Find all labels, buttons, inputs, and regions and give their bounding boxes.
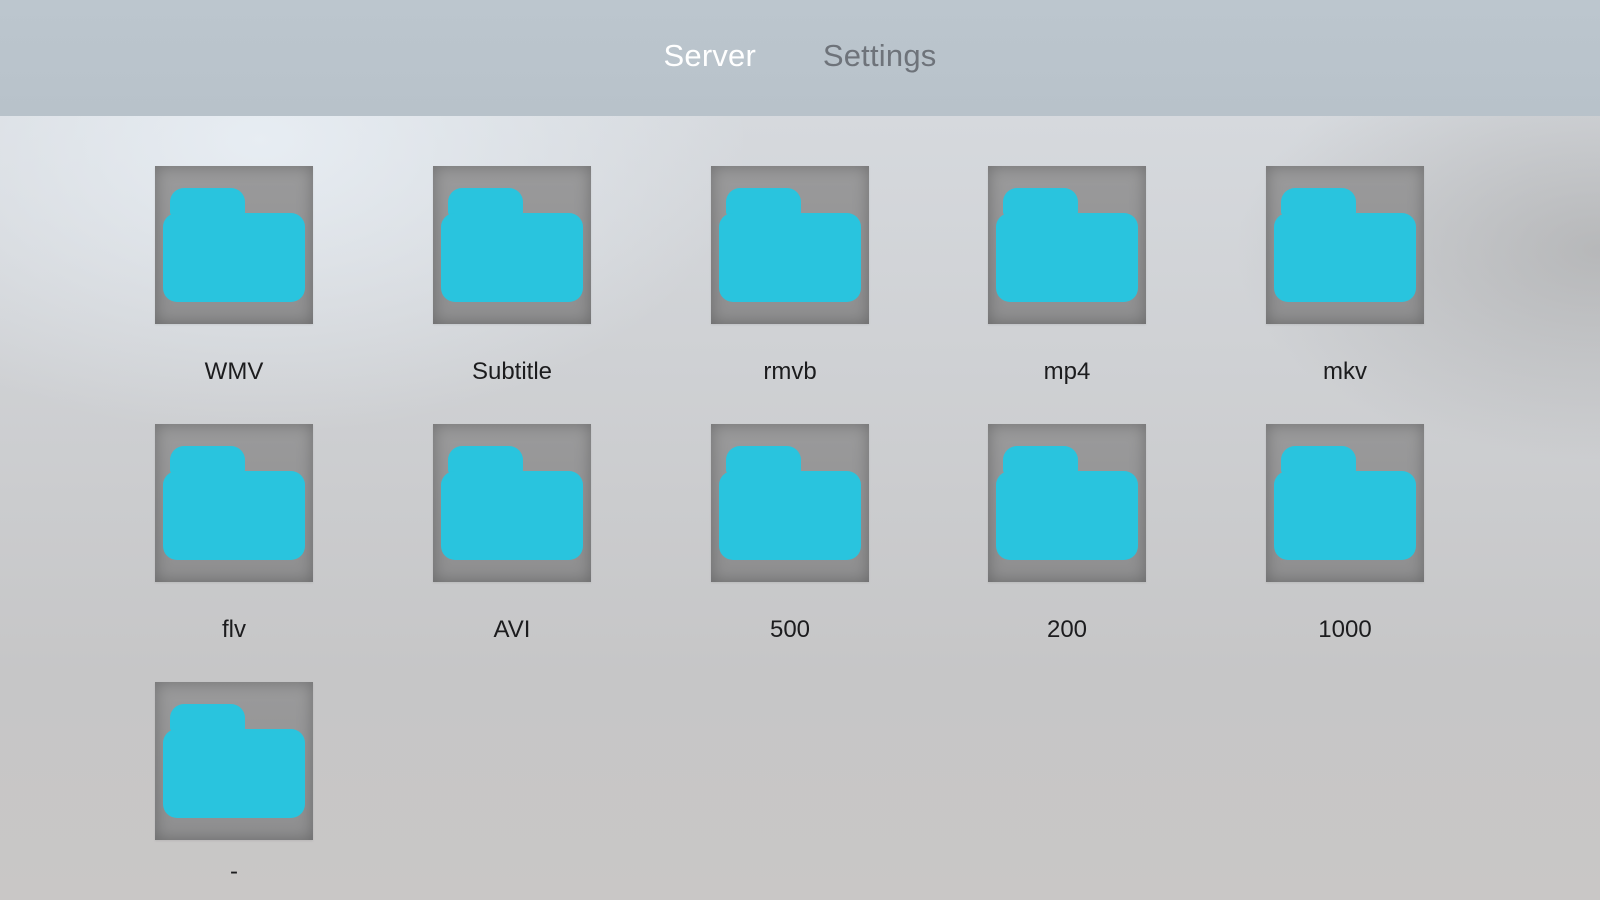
- folder-thumbnail: [988, 166, 1146, 324]
- tab-server[interactable]: Server: [664, 38, 757, 74]
- folder-label: Subtitle: [471, 358, 553, 385]
- tab-bar: Server Settings: [0, 38, 1600, 74]
- folder-item-mp4[interactable]: mp4: [988, 166, 1146, 385]
- folder-thumbnail: [433, 424, 591, 582]
- folder-item-wmv[interactable]: WMV: [155, 166, 313, 385]
- folder-icon: [448, 446, 523, 474]
- folder-label: rmvb: [763, 358, 817, 385]
- folder-label: -: [230, 858, 238, 885]
- folder-icon: [1281, 188, 1356, 216]
- folder-label: 1000: [1318, 616, 1372, 643]
- folder-item-flv[interactable]: flv: [155, 424, 313, 643]
- folder-thumbnail: [155, 166, 313, 324]
- folder-label: AVI: [493, 616, 531, 643]
- tab-settings[interactable]: Settings: [823, 38, 937, 74]
- folder-item-200[interactable]: 200: [988, 424, 1146, 643]
- folder-icon: [170, 704, 245, 732]
- top-navigation-bar: Server Settings: [0, 0, 1600, 116]
- folder-thumbnail: [988, 424, 1146, 582]
- folder-label: 200: [1046, 616, 1088, 643]
- folder-item-500[interactable]: 500: [711, 424, 869, 643]
- folder-label: flv: [222, 616, 246, 643]
- folder-item-avi[interactable]: AVI: [433, 424, 591, 643]
- folder-thumbnail: [155, 682, 313, 840]
- folder-icon: [1281, 446, 1356, 474]
- folder-thumbnail: [1266, 166, 1424, 324]
- folder-thumbnail: [433, 166, 591, 324]
- folder-item-1000[interactable]: 1000: [1266, 424, 1424, 643]
- folder-icon: [1003, 188, 1078, 216]
- folder-thumbnail: [711, 166, 869, 324]
- folder-icon: [448, 188, 523, 216]
- folder-icon: [726, 446, 801, 474]
- folder-label: 500: [769, 616, 811, 643]
- folder-thumbnail: [1266, 424, 1424, 582]
- folder-thumbnail: [711, 424, 869, 582]
- folder-label: mp4: [1043, 358, 1091, 385]
- folder-item-mkv[interactable]: mkv: [1266, 166, 1424, 385]
- folder-label: mkv: [1323, 358, 1367, 385]
- folder-item-rmvb[interactable]: rmvb: [711, 166, 869, 385]
- folder-thumbnail: [155, 424, 313, 582]
- folder-item-11[interactable]: -: [155, 682, 313, 885]
- folder-label: WMV: [204, 358, 264, 385]
- folder-icon: [170, 188, 245, 216]
- folder-icon: [1003, 446, 1078, 474]
- folder-icon: [170, 446, 245, 474]
- folder-icon: [726, 188, 801, 216]
- folder-item-subtitle[interactable]: Subtitle: [433, 166, 591, 385]
